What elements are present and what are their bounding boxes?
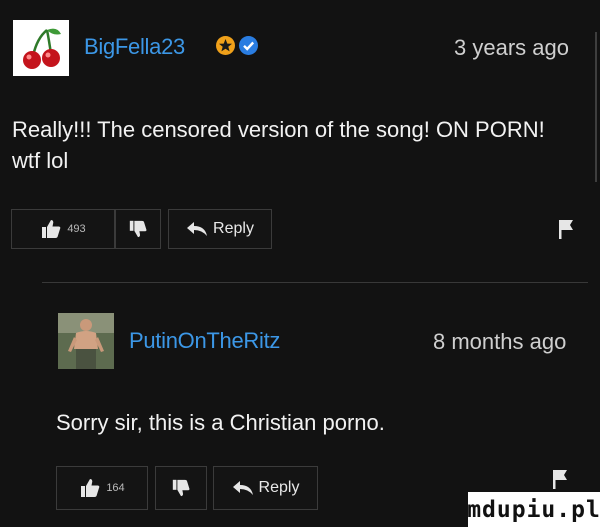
thumbs-down-icon: [172, 479, 190, 497]
reply-arrow-icon: [232, 481, 253, 495]
like-count: 493: [67, 223, 86, 235]
thumbs-up-icon: [81, 479, 100, 497]
reply-label: Reply: [213, 220, 254, 237]
comment-putinontheritz: PutinOnTheRitz 8 months ago Sorry sir, t…: [0, 283, 600, 527]
like-button[interactable]: 493: [11, 209, 115, 249]
check-badge-icon: [239, 36, 258, 55]
username[interactable]: BigFella23: [84, 34, 185, 60]
username[interactable]: PutinOnTheRitz: [129, 328, 280, 354]
comment-bigfella23: BigFella23 3 years ago Really!!! The cen…: [0, 0, 600, 280]
reply-label: Reply: [258, 479, 300, 496]
flag-icon: [553, 470, 567, 489]
avatar[interactable]: [13, 20, 69, 76]
watermark-text: mdupiu.pl: [467, 492, 600, 527]
report-button[interactable]: [540, 466, 580, 492]
flag-icon: [559, 220, 573, 239]
dislike-button[interactable]: [155, 466, 207, 510]
star-badge-icon: [216, 36, 235, 55]
thumbs-down-icon: [129, 220, 147, 238]
shirtless-man-avatar-icon: [58, 313, 114, 369]
reply-button[interactable]: Reply: [168, 209, 272, 249]
report-button[interactable]: [546, 209, 586, 249]
comment-text: Sorry sir, this is a Christian porno.: [56, 410, 385, 435]
cherries-avatar-icon: [23, 28, 61, 69]
like-button[interactable]: 164: [56, 466, 148, 510]
comment-text: Really!!! The censored version of the so…: [12, 117, 545, 173]
timestamp: 3 years ago: [454, 35, 569, 60]
timestamp: 8 months ago: [433, 329, 567, 354]
like-count: 164: [106, 482, 125, 494]
reply-arrow-icon: [187, 222, 208, 236]
thumbs-up-icon: [42, 220, 61, 238]
dislike-button[interactable]: [115, 209, 161, 249]
reply-button[interactable]: Reply: [213, 466, 318, 510]
avatar[interactable]: [58, 313, 114, 369]
